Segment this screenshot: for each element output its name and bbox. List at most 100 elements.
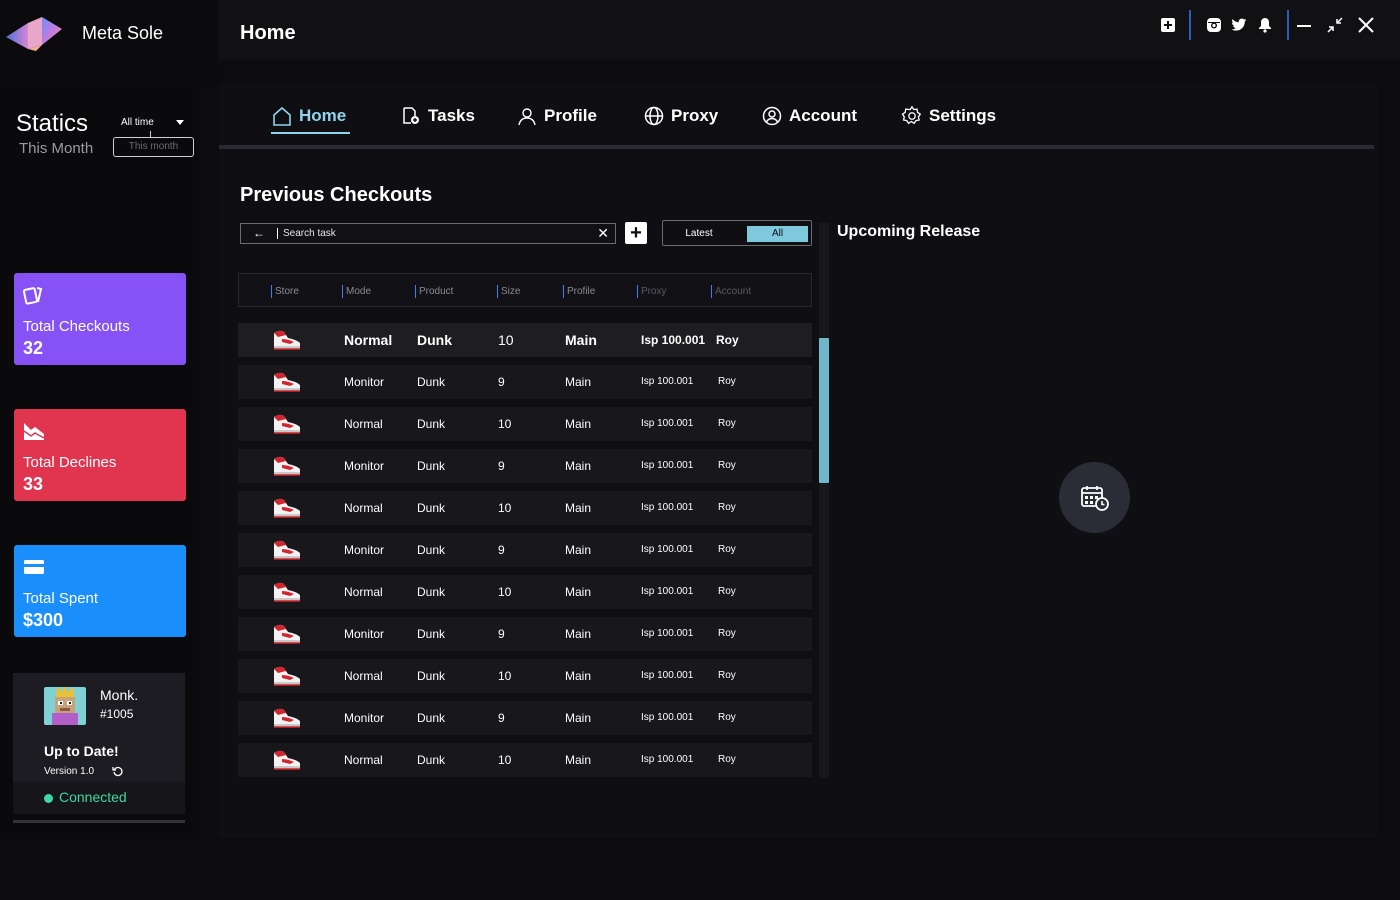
upcoming-release-title: Upcoming Release: [837, 223, 981, 240]
version-label: Version 1.0: [44, 766, 95, 777]
table-row[interactable]: Normal Dunk 10 Main Isp 100.001 Roy: [238, 743, 812, 777]
table-row[interactable]: Normal Dunk 10 Main Isp 100.001 Roy: [238, 575, 812, 609]
app-name: Meta Sole: [82, 23, 164, 43]
cell-account: Roy: [718, 670, 736, 681]
clear-icon[interactable]: ✕: [597, 226, 609, 241]
connection-status: Connected: [13, 782, 185, 814]
tab-account[interactable]: Account: [761, 101, 857, 131]
sidebar-scrollbar[interactable]: [13, 820, 185, 823]
cell-mode: Monitor: [344, 459, 385, 473]
card-value: 32: [23, 338, 44, 358]
cell-proxy: Isp 100.001: [641, 502, 694, 513]
sneaker-icon: [274, 456, 300, 476]
table-row[interactable]: Monitor Dunk 9 Main Isp 100.001 Roy: [238, 617, 812, 651]
tasks-icon: [400, 105, 422, 127]
cell-proxy: Isp 100.001: [641, 670, 694, 681]
cell-product: Dunk: [417, 501, 446, 515]
add-task-button[interactable]: +: [625, 222, 647, 244]
refresh-icon[interactable]: [112, 765, 124, 777]
range-dropdown[interactable]: All time: [121, 117, 154, 128]
range-option-this-month[interactable]: This month: [113, 137, 194, 157]
calendar-button[interactable]: [1059, 462, 1130, 533]
cell-product: Dunk: [417, 627, 446, 641]
tab-label: Settings: [929, 106, 997, 125]
filter-latest[interactable]: Latest: [669, 226, 729, 241]
card-label: Total Checkouts: [23, 318, 130, 335]
page-title: Home: [240, 22, 296, 44]
column-header: Store: [271, 285, 299, 298]
column-header: Size: [497, 285, 520, 298]
home-icon: [271, 105, 293, 127]
cards-icon: [22, 287, 43, 305]
minimize-icon[interactable]: [1294, 15, 1314, 35]
cell-mode: Normal: [344, 753, 383, 767]
cell-size: 10: [498, 417, 512, 431]
cell-size: 9: [498, 459, 505, 473]
table-row[interactable]: Monitor Dunk 9 Main Isp 100.001 Roy: [238, 533, 812, 567]
credit-card-icon: [24, 560, 44, 574]
table-row[interactable]: Monitor Dunk 9 Main Isp 100.001 Roy: [238, 449, 812, 483]
cell-proxy: Isp 100.001: [641, 586, 694, 597]
restore-icon[interactable]: [1325, 15, 1345, 35]
cell-size: 9: [498, 627, 505, 641]
cell-product: Dunk: [417, 332, 452, 348]
cell-profile: Main: [565, 332, 597, 348]
cell-profile: Main: [565, 711, 592, 725]
cell-profile: Main: [565, 753, 592, 767]
filter-all[interactable]: All: [747, 226, 808, 242]
column-header: Profile: [563, 285, 595, 298]
cell-mode: Normal: [344, 585, 383, 599]
sneaker-icon: [274, 330, 300, 350]
cell-account: Roy: [718, 376, 736, 387]
cell-product: Dunk: [417, 375, 446, 389]
avatar[interactable]: [44, 687, 86, 725]
tab-home[interactable]: Home: [271, 101, 346, 131]
table-row[interactable]: Normal Dunk 10 Main Isp 100.001 Roy: [238, 659, 812, 693]
cell-mode: Normal: [344, 417, 383, 431]
cell-profile: Main: [565, 543, 592, 557]
statics-title: Statics: [16, 110, 89, 137]
tab-profile[interactable]: Profile: [516, 101, 597, 131]
calendar-clock-icon: [1080, 485, 1109, 511]
cell-profile: Main: [565, 459, 592, 473]
cell-mode: Monitor: [344, 543, 385, 557]
table-scrollbar[interactable]: [819, 223, 829, 778]
table-row[interactable]: Monitor Dunk 9 Main Isp 100.001 Roy: [238, 701, 812, 735]
cell-product: Dunk: [417, 711, 446, 725]
cell-size: 9: [498, 543, 505, 557]
divider: [219, 145, 1374, 149]
bell-icon[interactable]: [1255, 15, 1275, 35]
brand-area: Meta Sole: [0, 0, 218, 84]
cell-profile: Main: [565, 669, 592, 683]
main-content: Home Tasks Profile Proxy Account Setting…: [219, 84, 1377, 838]
cell-size: 10: [498, 669, 512, 683]
tab-tasks[interactable]: Tasks: [400, 101, 475, 131]
total-checkouts-card: Total Checkouts 32: [14, 273, 186, 365]
cell-size: 10: [498, 585, 512, 599]
search-input[interactable]: [283, 225, 583, 242]
cell-product: Dunk: [417, 669, 446, 683]
scrollbar-thumb[interactable]: [819, 338, 829, 483]
tab-settings[interactable]: Settings: [901, 101, 996, 131]
cell-profile: Main: [565, 417, 592, 431]
twitter-icon[interactable]: [1229, 15, 1249, 35]
cell-mode: Monitor: [344, 627, 385, 641]
table-row[interactable]: Normal Dunk 10 Main Isp 100.001 Roy: [238, 407, 812, 441]
tab-proxy[interactable]: Proxy: [643, 101, 718, 131]
close-icon[interactable]: [1356, 15, 1376, 35]
update-status: Up to Date!: [44, 743, 119, 759]
main-nav: Home Tasks Profile Proxy Account Setting…: [219, 84, 1377, 146]
status-dot: [44, 794, 53, 803]
table-row[interactable]: Normal Dunk 10 Main Isp 100.001 Roy: [238, 323, 812, 357]
cell-size: 10: [498, 332, 514, 348]
cell-mode: Normal: [344, 669, 383, 683]
chevron-down-icon[interactable]: [176, 120, 184, 125]
cell-product: Dunk: [417, 543, 446, 557]
table-row[interactable]: Normal Dunk 10 Main Isp 100.001 Roy: [238, 491, 812, 525]
table-row[interactable]: Monitor Dunk 9 Main Isp 100.001 Roy: [238, 365, 812, 399]
card-label: Total Declines: [23, 454, 117, 471]
add-icon[interactable]: [1158, 15, 1178, 35]
back-arrow-icon[interactable]: ←: [253, 226, 265, 240]
cell-proxy: Isp 100.001: [641, 712, 694, 723]
instagram-icon[interactable]: [1204, 15, 1224, 35]
